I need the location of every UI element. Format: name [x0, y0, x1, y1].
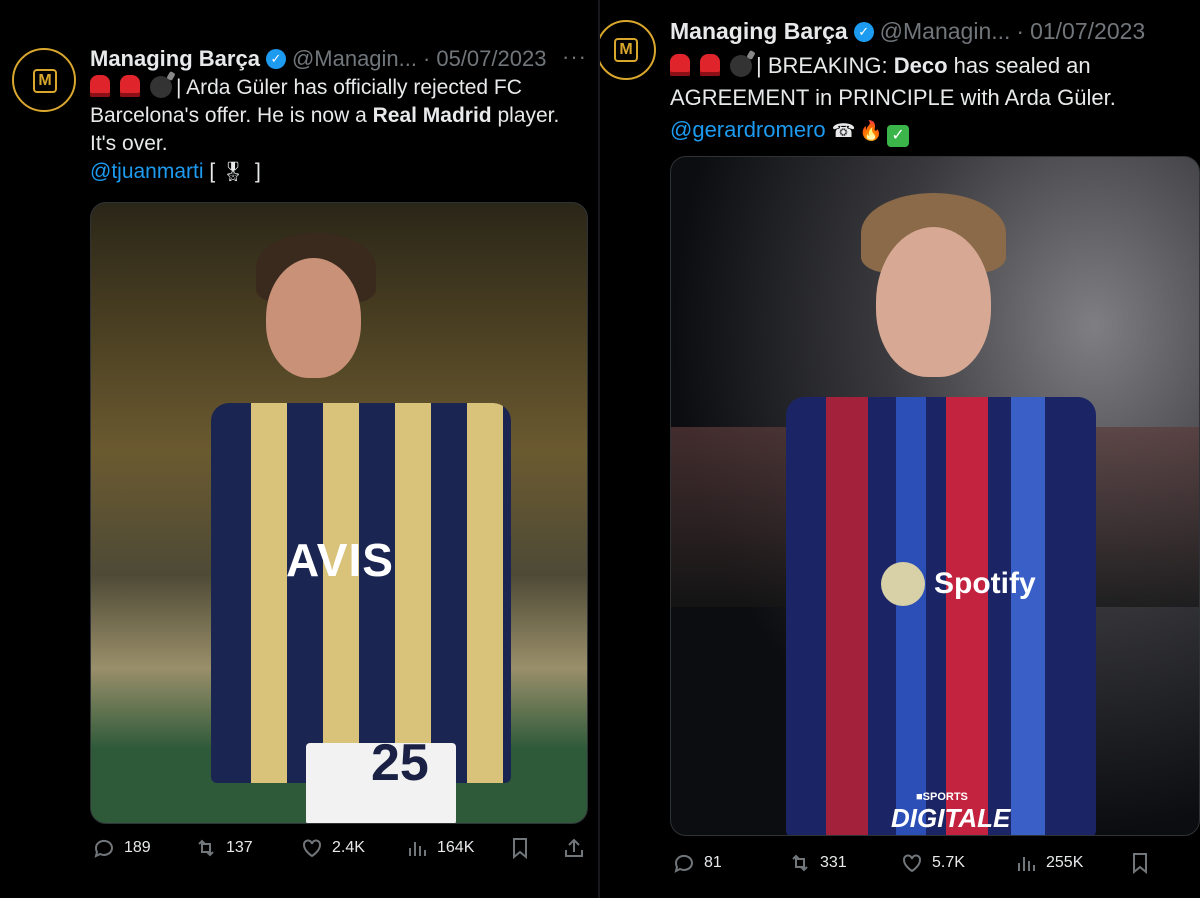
views-count: 255K [1046, 854, 1084, 871]
reply-count: 189 [124, 839, 151, 856]
player-jersey: AVIS [211, 403, 511, 783]
tweet-media-image[interactable]: Spotify ■SPORTS DIGITALE [670, 156, 1200, 836]
tweet-right[interactable]: M Managing Barça ✓ @Managin... · 01/07/2… [600, 0, 1200, 898]
mention-link[interactable]: @tjuanmarti [90, 160, 204, 183]
player-head [266, 258, 361, 378]
tweet-header: Managing Barça ✓ @Managin... · 01/07/202… [670, 18, 1145, 45]
like-button[interactable]: 5.7K [900, 851, 965, 875]
retweet-button[interactable]: 331 [788, 851, 847, 875]
retweet-icon [792, 854, 808, 872]
bookmark-icon [513, 838, 527, 860]
check-mark-icon: ✓ [887, 125, 910, 147]
views-icon [409, 842, 426, 856]
tweet-date[interactable]: 01/07/2023 [1030, 18, 1145, 45]
bookmark-button[interactable] [508, 836, 540, 860]
player-head [876, 227, 991, 377]
author-name[interactable]: Managing Barça [90, 46, 260, 72]
watermark-top: ■SPORTS [916, 791, 968, 803]
fire-icon: 🔥 [859, 121, 884, 142]
author-handle[interactable]: @Managin... [880, 18, 1011, 45]
like-icon [903, 854, 921, 873]
tweet-header: Managing Barça ✓ @Managin... · 05/07/202… [90, 46, 546, 72]
reply-count: 81 [704, 854, 722, 871]
medal-icon: 🎖 [221, 162, 246, 183]
bomb-icon [730, 55, 752, 77]
tweet-text-bold: Real Madrid [372, 104, 492, 127]
jersey-sponsor: AVIS [286, 534, 394, 586]
avatar[interactable]: M [600, 20, 656, 80]
bookmark-icon [1133, 853, 1147, 875]
retweet-button[interactable]: 137 [194, 836, 253, 860]
shorts-number: 25 [371, 734, 429, 792]
like-button[interactable]: 2.4K [300, 836, 365, 860]
tweet-date[interactable]: 05/07/2023 [436, 46, 546, 72]
like-icon [303, 839, 321, 858]
bracket-open: [ [203, 160, 216, 183]
spotify-logo-icon [881, 562, 925, 606]
reply-button[interactable]: 81 [672, 851, 722, 875]
reply-icon [674, 854, 693, 873]
mention-link[interactable]: @gerardromero [670, 117, 826, 142]
tweet-text: | BREAKING: Deco has sealed an AGREEMENT… [670, 50, 1190, 148]
retweet-count: 137 [226, 839, 253, 856]
watermark: DIGITALE [891, 803, 1011, 833]
more-options-icon[interactable]: ··· [562, 44, 587, 70]
views-button[interactable]: 255K [1014, 851, 1083, 875]
verified-badge-icon: ✓ [853, 21, 874, 42]
like-count: 5.7K [932, 854, 965, 871]
views-button[interactable]: 164K [405, 836, 474, 860]
author-handle[interactable]: @Managin... [292, 46, 417, 72]
tweet-left[interactable]: M Managing Barça ✓ @Managin... · 05/07/2… [0, 0, 600, 898]
jersey-sponsor: Spotify [934, 567, 1036, 600]
reply-button[interactable]: 189 [92, 836, 151, 860]
author-name[interactable]: Managing Barça [670, 18, 848, 45]
retweet-count: 331 [820, 854, 847, 871]
telephone-icon: ☎ [831, 121, 856, 142]
reply-icon [94, 839, 113, 858]
tweet-text-bold: Deco [893, 53, 948, 78]
avatar-logo: M [33, 69, 57, 93]
tweet-text-part1: | BREAKING: [756, 53, 894, 78]
share-icon [565, 838, 583, 857]
views-icon [1018, 857, 1035, 871]
separator-dot: · [423, 46, 431, 71]
siren-icon [670, 54, 690, 76]
share-button[interactable] [562, 836, 594, 860]
tweet-text: | Arda Güler has officially rejected FC … [90, 74, 580, 187]
avatar[interactable]: M [12, 48, 76, 112]
retweet-icon [198, 839, 214, 857]
like-count: 2.4K [332, 839, 365, 856]
siren-icon [700, 54, 720, 76]
siren-icon [120, 75, 140, 97]
bracket-close: ] [249, 160, 261, 183]
bookmark-button[interactable] [1128, 851, 1160, 875]
views-count: 164K [437, 839, 475, 856]
player-jersey: Spotify [786, 397, 1096, 835]
siren-icon [90, 75, 110, 97]
separator-dot: · [1016, 18, 1025, 44]
bomb-icon [150, 76, 172, 98]
verified-badge-icon: ✓ [265, 49, 286, 69]
tweet-media-image[interactable]: AVIS 25 [90, 202, 588, 824]
avatar-logo: M [614, 38, 638, 62]
